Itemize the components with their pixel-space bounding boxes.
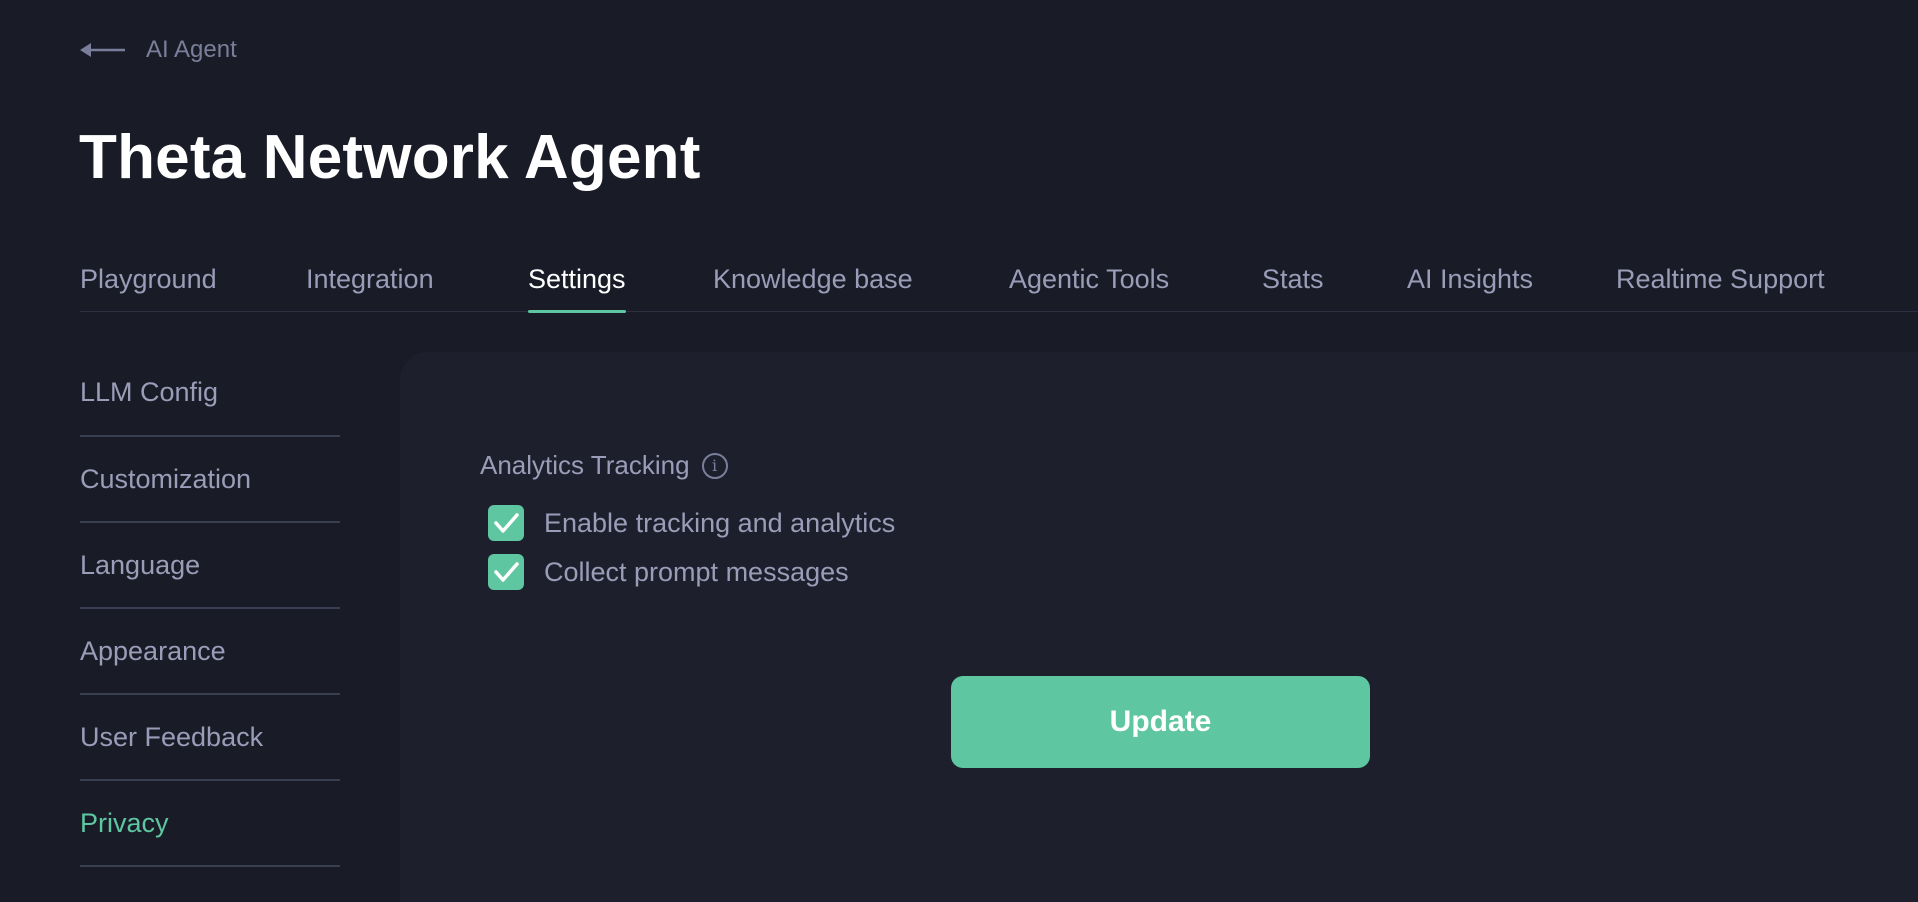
analytics-tracking-heading: Analytics Tracking i — [480, 450, 728, 481]
collect-prompts-checkbox[interactable] — [488, 554, 524, 590]
arrow-left-icon — [80, 40, 126, 60]
enable-tracking-option[interactable]: Enable tracking and analytics — [488, 505, 895, 541]
sidebar-item-privacy[interactable]: Privacy — [80, 781, 340, 867]
enable-tracking-label: Enable tracking and analytics — [544, 507, 896, 538]
sidebar-item-user-feedback[interactable]: User Feedback — [80, 695, 340, 781]
collect-prompts-label: Collect prompt messages — [544, 556, 849, 587]
collect-prompts-option[interactable]: Collect prompt messages — [488, 554, 849, 590]
tab-settings[interactable]: Settings — [528, 264, 626, 313]
sidebar-item-llm-config[interactable]: LLM Config — [80, 350, 340, 437]
sidebar-item-customization[interactable]: Customization — [80, 437, 340, 523]
sidebar-item-appearance[interactable]: Appearance — [80, 609, 340, 695]
tab-realtime-support[interactable]: Realtime Support — [1616, 264, 1825, 312]
tab-playground[interactable]: Playground — [80, 264, 217, 312]
tab-stats[interactable]: Stats — [1262, 264, 1324, 312]
settings-sidebar: LLM Config Customization Language Appear… — [80, 350, 340, 867]
check-icon — [494, 562, 519, 582]
enable-tracking-checkbox[interactable] — [488, 505, 524, 541]
settings-panel — [400, 352, 1918, 902]
tab-ai-insights[interactable]: AI Insights — [1407, 264, 1533, 312]
page-title: Theta Network Agent — [79, 123, 701, 192]
check-icon — [494, 513, 519, 533]
section-label-text: Analytics Tracking — [480, 450, 690, 480]
tab-knowledge-base[interactable]: Knowledge base — [713, 264, 913, 312]
tab-agentic-tools[interactable]: Agentic Tools — [1009, 264, 1169, 312]
back-link-label: AI Agent — [146, 36, 237, 63]
info-icon[interactable]: i — [701, 452, 728, 479]
settings-page: AI Agent Theta Network Agent Playground … — [0, 0, 1918, 902]
tab-bar: Playground Integration Settings Knowledg… — [80, 264, 1918, 313]
update-button[interactable]: Update — [951, 676, 1370, 768]
tab-integration[interactable]: Integration — [306, 264, 434, 312]
back-link[interactable]: AI Agent — [80, 36, 237, 64]
sidebar-item-language[interactable]: Language — [80, 523, 340, 609]
